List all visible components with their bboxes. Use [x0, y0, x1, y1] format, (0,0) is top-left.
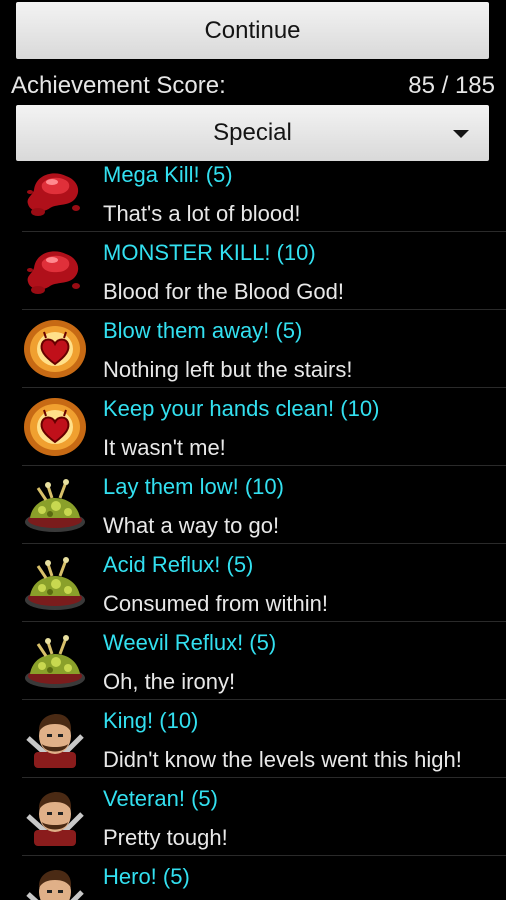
achievement-description: Pretty tough! — [103, 825, 228, 850]
achievement-row[interactable]: Acid Reflux! (5) Consumed from within! — [22, 544, 506, 622]
achievement-title: Blow them away! (5) — [103, 318, 303, 343]
achievement-score-row: Achievement Score: 85 / 185 — [11, 70, 495, 102]
achievement-title: Mega Kill! (5) — [103, 162, 233, 187]
blood-splatter-icon — [22, 162, 88, 224]
achievement-row[interactable]: Keep your hands clean! (10) It wasn't me! — [22, 388, 506, 466]
achievement-description: Nothing left but the stairs! — [103, 357, 353, 382]
category-dropdown-value: Special — [213, 119, 292, 146]
achievement-title: Weevil Reflux! (5) — [103, 630, 277, 655]
continue-button-label: Continue — [204, 16, 301, 44]
continue-button[interactable]: Continue — [16, 2, 489, 59]
achievement-title: King! (10) — [103, 708, 199, 733]
achievement-title: Veteran! (5) — [103, 786, 218, 811]
achievement-score-label: Achievement Score: — [11, 72, 226, 99]
achievement-row[interactable]: Lay them low! (10) What a way to go! — [22, 466, 506, 544]
achievement-description: Blood for the Blood God! — [103, 279, 344, 304]
achievement-list[interactable]: Mega Kill! (5) That's a lot of blood! MON… — [0, 161, 506, 900]
fire-heart-icon — [22, 318, 88, 380]
achievement-description: Didn't know the levels went this high! — [103, 747, 462, 772]
achievement-title: Hero! (5) — [103, 864, 190, 889]
achievement-title: Acid Reflux! (5) — [103, 552, 254, 577]
achievement-row[interactable]: Mega Kill! (5) That's a lot of blood! — [22, 161, 506, 232]
warrior-icon — [22, 786, 88, 848]
acid-pile-icon — [22, 474, 88, 536]
achievement-row[interactable]: Hero! (5) — [22, 856, 506, 900]
category-dropdown[interactable]: Special — [16, 105, 489, 161]
achievement-description: That's a lot of blood! — [103, 201, 301, 226]
blood-splatter-icon — [22, 240, 88, 302]
achievement-description: What a way to go! — [103, 513, 280, 538]
warrior-icon — [22, 864, 88, 900]
acid-pile-icon — [22, 552, 88, 614]
achievement-description: Consumed from within! — [103, 591, 328, 616]
achievement-title: Lay them low! (10) — [103, 474, 284, 499]
dropdown-arrow-icon — [453, 130, 469, 138]
achievement-title: Keep your hands clean! (10) — [103, 396, 380, 421]
fire-heart-icon — [22, 396, 88, 458]
acid-pile-icon — [22, 630, 88, 692]
achievement-title: MONSTER KILL! (10) — [103, 240, 316, 265]
achievement-row[interactable]: MONSTER KILL! (10) Blood for the Blood Go… — [22, 232, 506, 310]
achievement-row[interactable]: Veteran! (5) Pretty tough! — [22, 778, 506, 856]
achievement-description: Oh, the irony! — [103, 669, 236, 694]
achievement-description: It wasn't me! — [103, 435, 226, 460]
achievement-score-value: 85 / 185 — [408, 72, 495, 99]
achievement-row[interactable]: Blow them away! (5) Nothing left but the … — [22, 310, 506, 388]
achievement-row[interactable]: Weevil Reflux! (5) Oh, the irony! — [22, 622, 506, 700]
achievement-row[interactable]: King! (10) Didn't know the levels went th… — [22, 700, 506, 778]
warrior-icon — [22, 708, 88, 770]
